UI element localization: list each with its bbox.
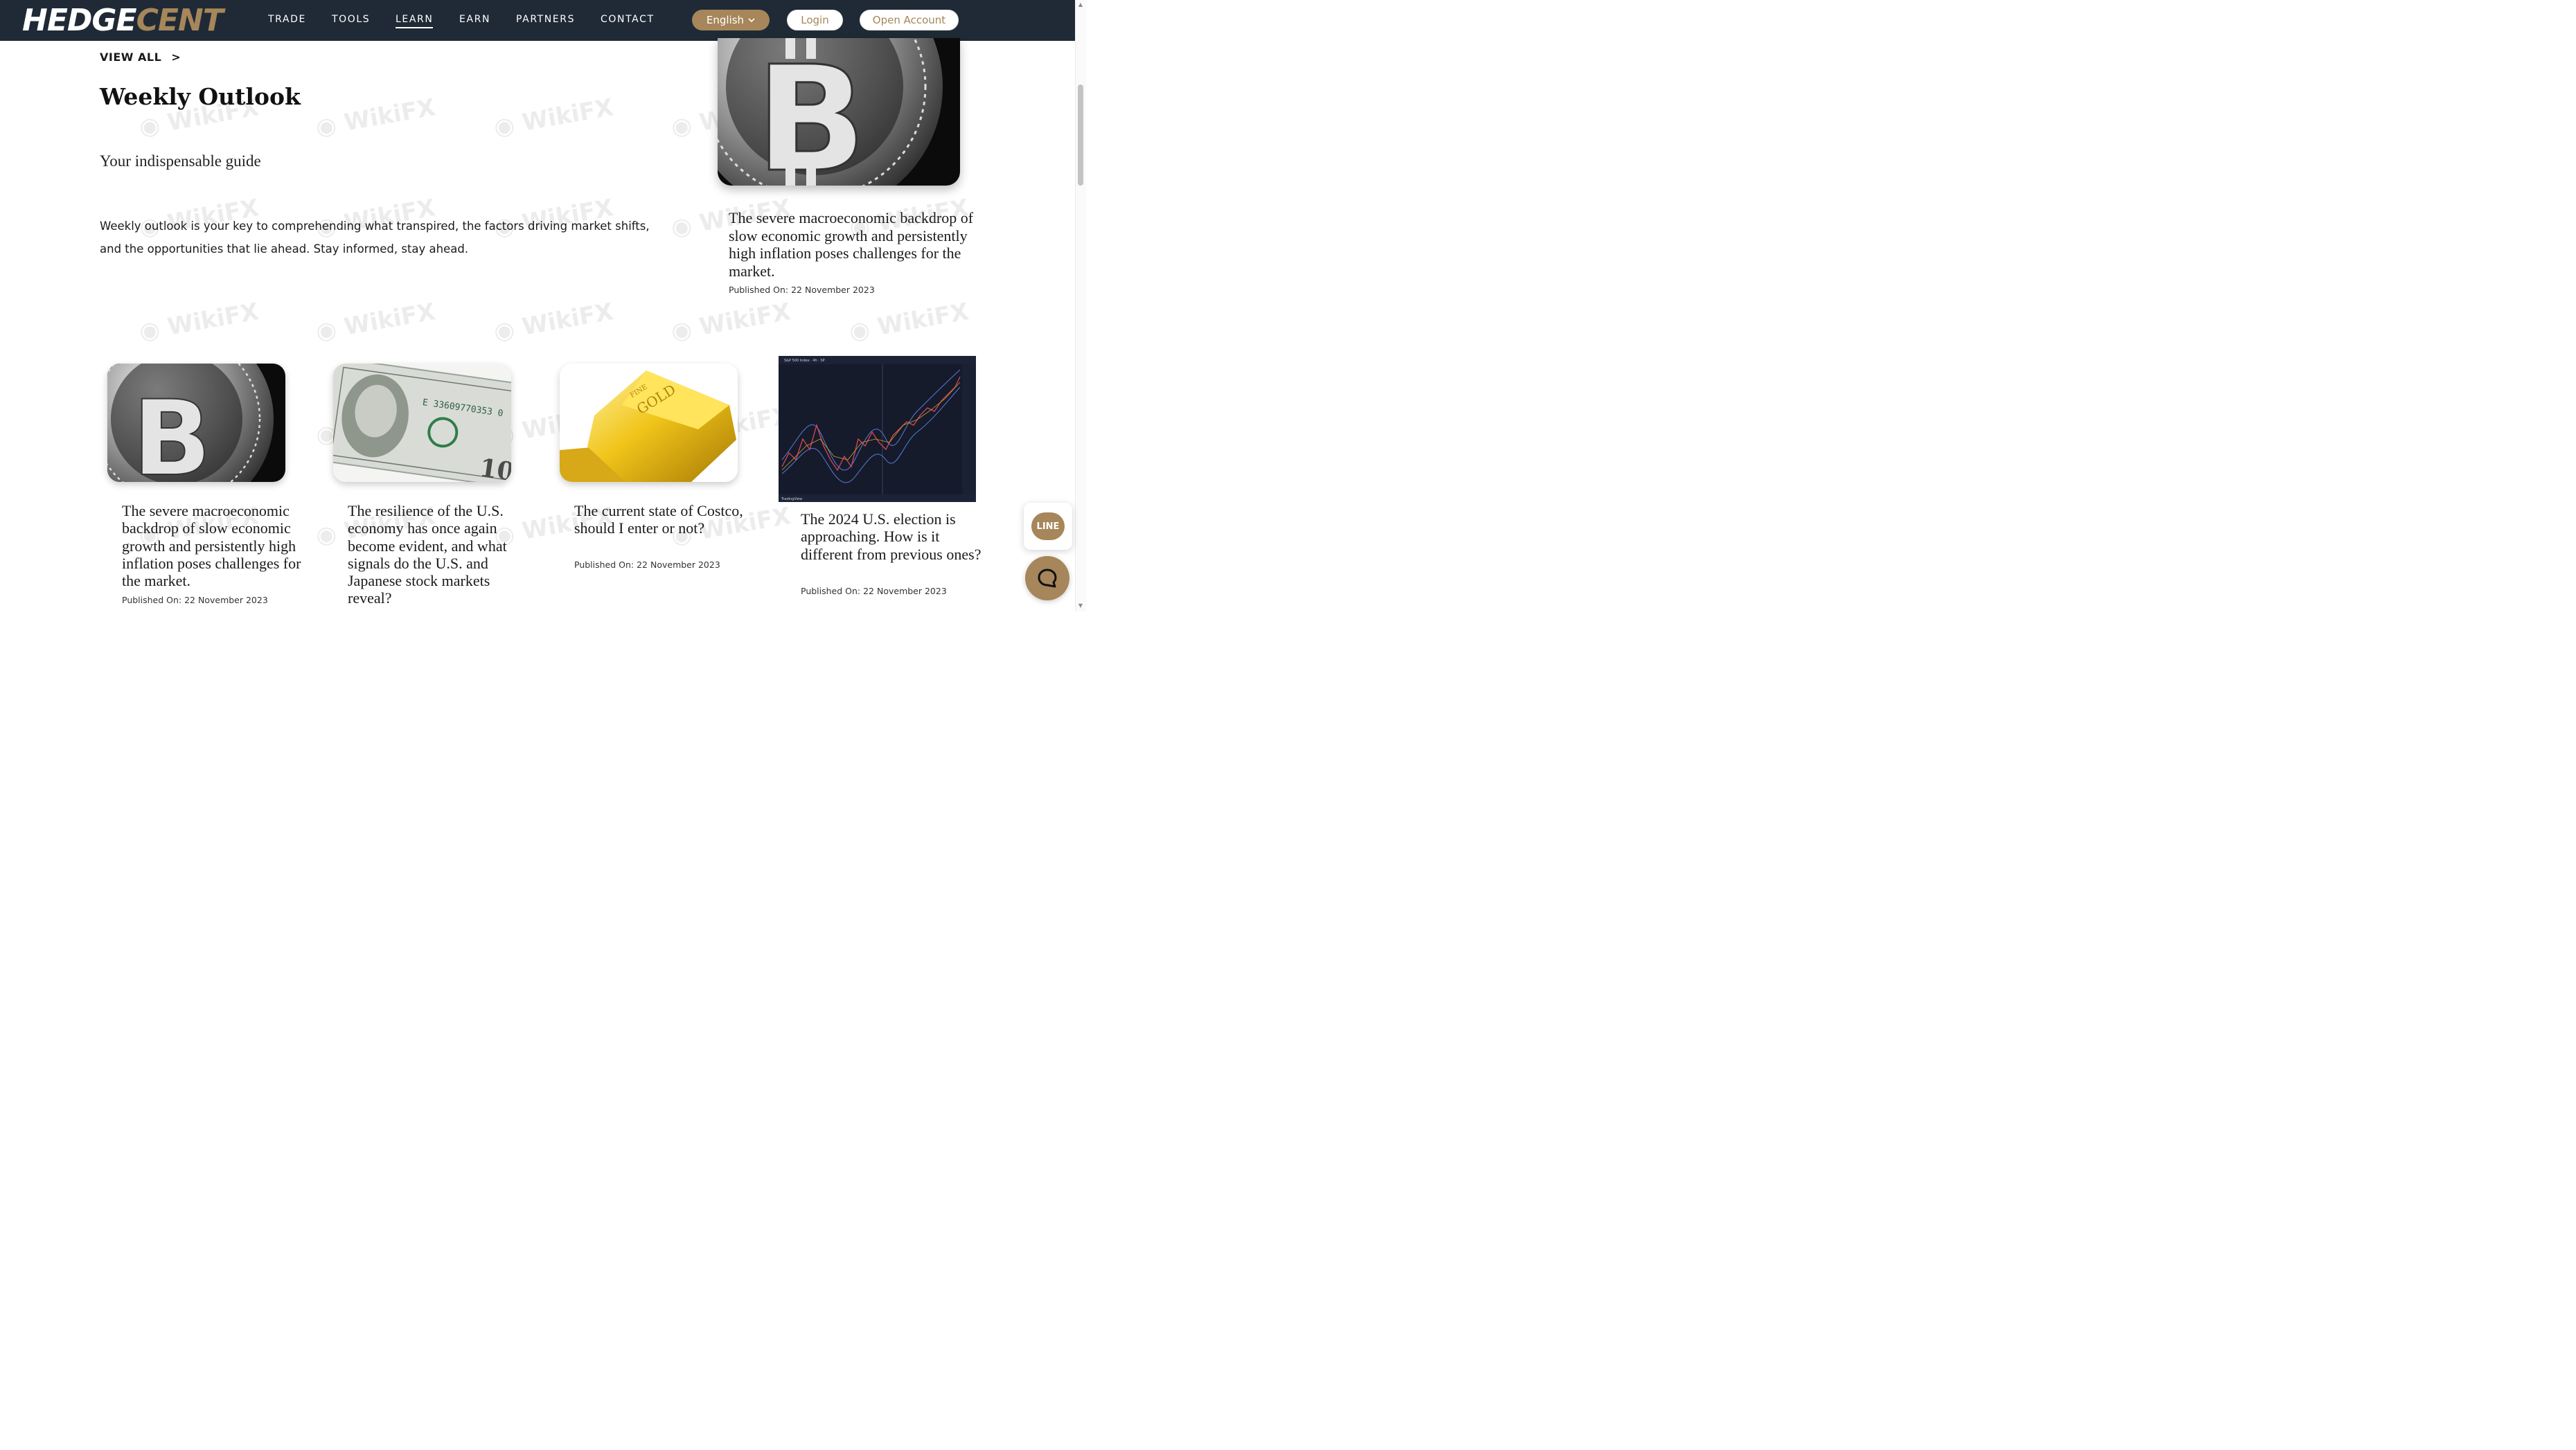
- sp500-chart-image: S&P 500 Index · 4h · SP TradingView: [779, 356, 976, 502]
- page-subtitle: Your indispensable guide: [100, 152, 261, 170]
- article-title[interactable]: The 2024 U.S. election is approaching. H…: [801, 510, 982, 563]
- nav-earn[interactable]: EARN: [459, 14, 490, 25]
- article-title[interactable]: The current state of Costco, should I en…: [574, 502, 756, 537]
- live-chat-button[interactable]: [1025, 556, 1069, 600]
- nav-learn[interactable]: LEARN: [396, 14, 434, 28]
- chevron-right-icon: >: [171, 51, 181, 64]
- article-title[interactable]: The severe macroeconomic backdrop of slo…: [122, 502, 303, 589]
- chat-bubble-icon: [1038, 569, 1057, 588]
- wikifx-watermark: ◉ WikiFX: [313, 93, 438, 142]
- article-image-bitcoin[interactable]: B: [107, 364, 285, 482]
- wikifx-watermark: ◉ WikiFX: [136, 298, 261, 346]
- article-date: Published On: 22 November 2023: [122, 595, 268, 605]
- wikifx-watermark: ◉ WikiFX: [313, 298, 438, 346]
- view-all-link[interactable]: VIEW ALL >: [100, 51, 181, 64]
- line-chat-widget[interactable]: LINE: [1024, 503, 1072, 550]
- page-title: Weekly Outlook: [100, 83, 301, 110]
- article-image-gold[interactable]: GOLD FINE: [560, 364, 738, 482]
- scroll-up-arrow-icon[interactable]: ▲: [1077, 1, 1084, 8]
- nav-tools[interactable]: TOOLS: [332, 14, 370, 25]
- wikifx-watermark: ◉ WikiFX: [491, 298, 616, 346]
- chevron-down-icon: [748, 17, 755, 22]
- open-account-button[interactable]: Open Account: [860, 10, 959, 30]
- nav-trade[interactable]: TRADE: [268, 14, 306, 25]
- scroll-down-arrow-icon[interactable]: ▼: [1077, 602, 1084, 609]
- nav-partners[interactable]: PARTNERS: [516, 14, 575, 25]
- top-navigation-bar: HEDGECENT TRADE TOOLS LEARN EARN PARTNER…: [0, 0, 1075, 41]
- article-date: Published On: 22 November 2023: [574, 560, 720, 570]
- language-selector[interactable]: English: [692, 10, 770, 30]
- line-icon: LINE: [1031, 512, 1065, 540]
- language-label: English: [706, 14, 745, 26]
- featured-article-date: Published On: 22 November 2023: [729, 285, 875, 295]
- wikifx-watermark: ◉ WikiFX: [668, 298, 793, 346]
- svg-text:100: 100: [478, 453, 511, 482]
- view-all-label: VIEW ALL: [100, 51, 162, 64]
- bitcoin-coin-image: B: [718, 38, 960, 186]
- login-button[interactable]: Login: [787, 10, 843, 30]
- gold-bars-image: GOLD FINE: [560, 364, 738, 482]
- article-image-sp500-chart[interactable]: S&P 500 Index · 4h · SP TradingView: [779, 356, 976, 502]
- article-date: Published On: 22 November 2023: [801, 586, 947, 596]
- nav-contact[interactable]: CONTACT: [601, 14, 655, 25]
- wikifx-watermark: ◉ WikiFX: [846, 298, 971, 346]
- article-title[interactable]: The resilience of the U.S. economy has o…: [348, 502, 529, 607]
- hundred-dollar-bills-image: E 33609770353 0 100: [333, 364, 511, 482]
- featured-article-title[interactable]: The severe macroeconomic backdrop of slo…: [729, 209, 978, 280]
- article-image-dollars[interactable]: E 33609770353 0 100: [333, 364, 511, 482]
- scrollbar-thumb[interactable]: [1078, 84, 1083, 186]
- featured-article-image[interactable]: B: [718, 38, 960, 186]
- svg-text:B: B: [132, 379, 211, 482]
- hedgecent-logo[interactable]: HEDGECENT: [21, 0, 229, 41]
- bitcoin-coin-image: B: [107, 364, 285, 482]
- page-description: Weekly outlook is your key to comprehend…: [100, 220, 650, 256]
- wikifx-watermark: ◉ WikiFX: [491, 93, 616, 142]
- svg-text:TradingView: TradingView: [781, 497, 802, 501]
- svg-text:S&P 500 Index · 4h · SP: S&P 500 Index · 4h · SP: [784, 359, 825, 363]
